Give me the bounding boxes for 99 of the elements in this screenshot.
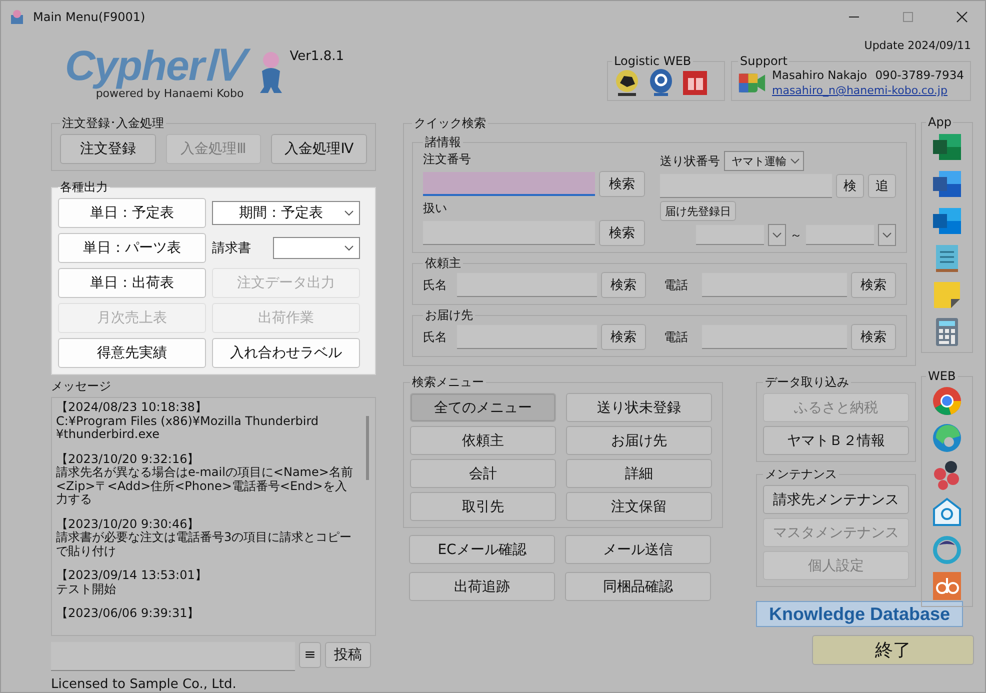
output-button[interactable]: 得意先実績 — [58, 338, 206, 368]
handling-field[interactable] — [423, 221, 595, 245]
search-menu-button[interactable]: 詳細 — [566, 459, 712, 488]
search-menu-button[interactable]: 依頼主 — [410, 426, 556, 455]
section-label: メッセージ — [51, 378, 112, 395]
period-dropdown[interactable]: 期間：予定表 — [212, 201, 360, 225]
field-label: 注文番号 — [423, 151, 472, 168]
name-field[interactable] — [456, 325, 597, 349]
field-label: 電話 — [664, 328, 690, 346]
invoice-dropdown[interactable] — [273, 237, 360, 259]
action-button[interactable]: メール送信 — [565, 535, 711, 564]
search-button[interactable]: 検索 — [850, 324, 896, 350]
square-badge-icon[interactable] — [680, 68, 710, 98]
search-button[interactable]: 検索 — [599, 171, 645, 197]
chevron-down-icon — [882, 232, 892, 238]
track-button[interactable]: 追 — [868, 174, 896, 198]
output-button[interactable]: 入れ合わせラベル — [212, 338, 360, 368]
field-label: 請求書 — [212, 240, 251, 257]
search-button[interactable]: 検 — [836, 174, 864, 198]
version-label: Ver1.8.1 — [290, 49, 344, 64]
order-number-field[interactable] — [423, 172, 595, 196]
date-field[interactable] — [696, 225, 764, 245]
group-title: 依頼主 — [424, 255, 462, 272]
mail-app-icon[interactable] — [931, 205, 963, 237]
search-menu-button[interactable]: 注文保留 — [566, 492, 712, 521]
video-camera-icon[interactable] — [738, 70, 766, 94]
group-title: 諸情報 — [424, 134, 462, 151]
date-dropdown[interactable] — [768, 224, 786, 246]
spreadsheet-app-icon[interactable] — [931, 131, 963, 163]
action-button[interactable]: 同梱品確認 — [565, 572, 711, 601]
maintenance-button[interactable]: 請求先メンテナンス — [763, 485, 909, 514]
group-title: お届け先 — [424, 307, 474, 324]
field-label: 氏名 — [423, 328, 448, 346]
group-title: クイック検索 — [413, 115, 487, 132]
phone-field[interactable] — [702, 273, 847, 297]
browser-icon[interactable] — [931, 385, 963, 417]
group-title: データ取り込み — [764, 374, 850, 391]
output-button[interactable]: 単日：パーツ表 — [58, 233, 206, 263]
date-field[interactable] — [806, 225, 874, 245]
order-button[interactable]: 入金処理Ⅳ — [271, 134, 368, 164]
search-menu-button[interactable]: お届け先 — [566, 426, 712, 455]
search-button[interactable]: 検索 — [850, 272, 896, 298]
group-title: App — [927, 115, 952, 129]
swirl-browser-icon[interactable] — [931, 422, 963, 454]
group-title: 各種出力 — [59, 179, 109, 196]
app-tile-icon[interactable] — [931, 570, 963, 602]
document-app-icon[interactable] — [931, 168, 963, 200]
contact-name: Masahiro Nakajo — [772, 68, 868, 82]
group-title: 注文登録･入金処理 — [61, 115, 165, 132]
app-icon — [9, 9, 25, 25]
field-label: 扱い — [423, 200, 448, 217]
message-log: 【2024/08/23 10:18:38】 C:¥Program Files (x86)¥Mozilla Thunderbird ¥thunderbird.exe 【2023/10/20 9:32:16】 請求先名が異なる場合はe-mailの項目に<Name>名前<Zip>〒<Add>住所<Phone>電話番号<End>を入力する 【2023/10/20 9:30:46】 請求書が必要な注文は電話番号3の項目に請求とコピーで貼り付け 【2023/09/14 13:53:01】 テスト開始 【2023/06/06 9:39:31】 — [51, 397, 376, 636]
message-input[interactable] — [51, 642, 295, 671]
close-icon[interactable] — [956, 11, 968, 23]
chevron-down-icon — [344, 210, 354, 216]
chevron-down-icon — [790, 158, 800, 164]
search-button[interactable]: 検索 — [599, 220, 645, 246]
chevron-down-icon — [344, 245, 354, 251]
carrier-dropdown[interactable]: ヤマト運輸 — [724, 151, 804, 171]
group-title: メンテナンス — [764, 466, 838, 483]
phone-field[interactable] — [702, 325, 847, 349]
group-title: Support — [739, 54, 788, 68]
update-date: Update 2024/09/11 — [864, 39, 971, 52]
tracking-number-field[interactable] — [660, 174, 832, 198]
output-button[interactable]: 単日：予定表 — [58, 198, 206, 228]
search-menu-button[interactable]: 取引先 — [410, 492, 556, 521]
contact-phone: 090-3789-7934 — [875, 68, 964, 82]
action-button[interactable]: ECメール確認 — [409, 535, 555, 564]
search-menu-button[interactable]: 全てのメニュー — [410, 393, 556, 422]
date-dropdown[interactable] — [878, 224, 896, 246]
exit-button[interactable]: 終了 — [812, 635, 974, 665]
range-separator: ～ — [790, 226, 802, 244]
delivery-date-button[interactable]: 届け先登録日 — [660, 201, 736, 221]
search-button[interactable]: 検索 — [600, 324, 646, 350]
action-button[interactable]: 出荷追跡 — [409, 572, 555, 601]
sticky-note-icon[interactable] — [931, 279, 963, 311]
search-menu-button[interactable]: 会計 — [410, 459, 556, 488]
search-menu-button[interactable]: 送り状未登録 — [566, 393, 712, 422]
order-button[interactable]: 注文登録 — [60, 134, 156, 164]
output-button[interactable]: 単日：出荷表 — [58, 268, 206, 298]
search-button[interactable]: 検索 — [600, 272, 646, 298]
knowledge-database-button[interactable]: Knowledge Database — [756, 601, 963, 627]
tagline: powered by Hanaemi Kobo — [96, 87, 244, 100]
field-label: 送り状番号 — [660, 152, 720, 170]
field-label: 氏名 — [423, 276, 448, 294]
group-title: Logistic WEB — [613, 54, 692, 68]
chevron-down-icon — [772, 232, 782, 238]
menu-button[interactable]: ≡ — [299, 642, 321, 668]
group-title: 検索メニュー — [411, 374, 485, 391]
scrollbar-thumb[interactable] — [366, 416, 368, 480]
import-button[interactable]: ヤマトＢ２情報 — [763, 426, 909, 455]
name-field[interactable] — [456, 273, 597, 297]
maximize-icon[interactable] — [902, 11, 914, 23]
field-label: 電話 — [664, 276, 690, 294]
window-title: Main Menu(F9001) — [33, 10, 146, 24]
post-button[interactable]: 投稿 — [325, 642, 371, 668]
email-link[interactable]: masahiro_n@hanemi-kobo.co.jp — [772, 84, 964, 97]
group-title: WEB — [927, 369, 957, 383]
license-text: Licensed to Sample Co., Ltd. — [51, 677, 238, 692]
